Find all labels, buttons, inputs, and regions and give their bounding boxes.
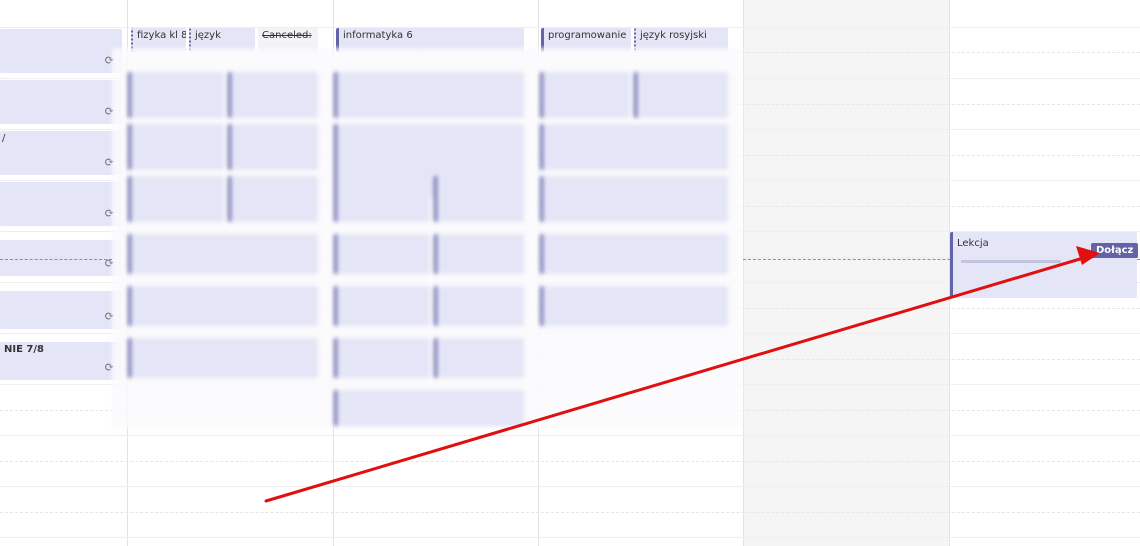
red-arrow-annotation (264, 246, 1100, 503)
